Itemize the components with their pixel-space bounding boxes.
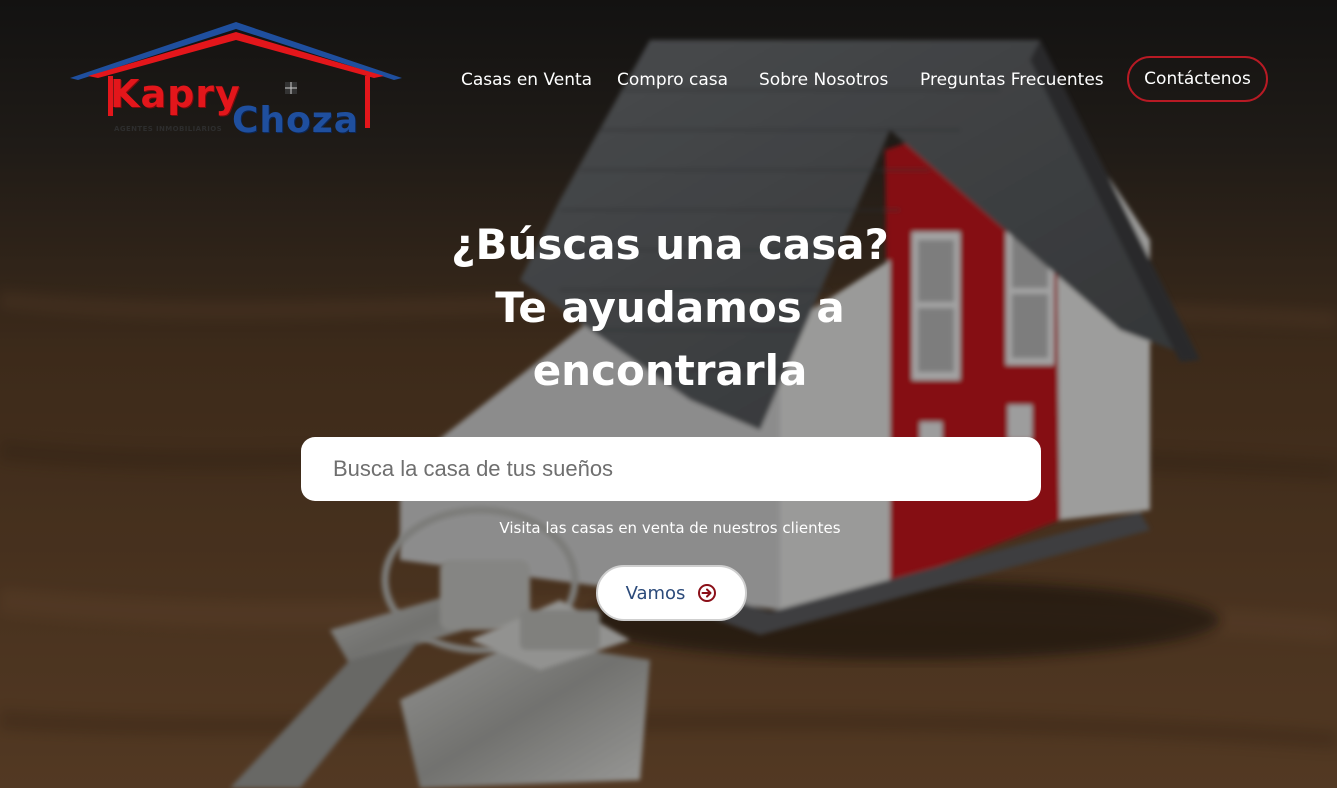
contact-button-label: Contáctenos xyxy=(1144,69,1251,89)
vamos-button[interactable]: Vamos xyxy=(596,565,747,621)
hero-title-line-2: Te ayudamos a xyxy=(495,283,845,332)
search-box xyxy=(301,437,1041,501)
kaprychoza-logo[interactable]: Kapry Choza AGENTES INMOBILIARIOS xyxy=(68,18,408,143)
nav-compro-casa[interactable]: Compro casa xyxy=(617,70,728,90)
contact-button[interactable]: Contáctenos xyxy=(1127,56,1268,102)
logo-name-part2: Choza xyxy=(232,100,360,141)
hero-title-line-1: ¿Búscas una casa? xyxy=(451,220,889,269)
nav-preguntas-frecuentes[interactable]: Preguntas Frecuentes xyxy=(920,70,1104,90)
nav-casas-en-venta[interactable]: Casas en Venta xyxy=(461,70,592,90)
hero-title-line-3: encontrarla xyxy=(532,346,808,395)
arrow-circle-right-icon xyxy=(697,583,717,603)
nav-sobre-nosotros[interactable]: Sobre Nosotros xyxy=(759,70,888,90)
hero-subtitle: Visita las casas en venta de nuestros cl… xyxy=(499,519,841,537)
hero-title: ¿Búscas una casa? Te ayudamos a encontra… xyxy=(370,213,970,402)
logo-name-part1: Kapry xyxy=(110,72,241,116)
vamos-button-label: Vamos xyxy=(625,582,686,604)
logo-tagline: AGENTES INMOBILIARIOS xyxy=(114,125,223,133)
search-input[interactable] xyxy=(331,455,1011,483)
